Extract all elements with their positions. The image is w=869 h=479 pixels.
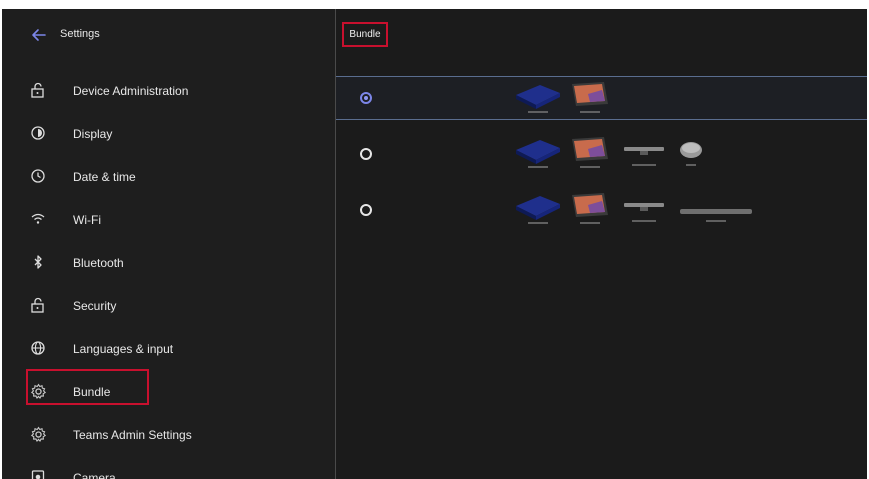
- sidebar-item-date-time[interactable]: Date & time: [2, 155, 335, 198]
- soundbar-icon: [680, 209, 752, 222]
- camera-bar-icon: [624, 147, 664, 166]
- bundle-option-3[interactable]: [336, 189, 867, 231]
- sidebar-item-device-administration[interactable]: Device Administration: [2, 69, 335, 112]
- globe-icon: [29, 339, 47, 357]
- sidebar-header: Settings: [2, 9, 335, 61]
- sidebar-item-bundle[interactable]: Bundle: [2, 369, 335, 413]
- bundle-option-1[interactable]: [336, 76, 867, 120]
- lock-icon: [29, 81, 47, 99]
- touch-console-icon: [572, 82, 608, 113]
- back-arrow-icon[interactable]: [30, 26, 48, 44]
- sidebar-item-wifi[interactable]: Wi-Fi: [2, 198, 335, 241]
- bundle-content: Bundle: [336, 9, 867, 479]
- touch-console-icon: [572, 193, 608, 224]
- camera-icon: [29, 468, 47, 479]
- settings-menu: Device Administration Display Date & tim…: [2, 69, 335, 479]
- compute-module-icon: [516, 196, 560, 224]
- brightness-icon: [29, 124, 47, 142]
- settings-screen: Settings Device Administration Display D…: [2, 9, 867, 479]
- clock-icon: [29, 167, 47, 185]
- sidebar-item-label: Bluetooth: [73, 255, 124, 270]
- sidebar-item-label: Display: [73, 126, 113, 141]
- speakerphone-icon: [680, 142, 702, 166]
- settings-sidebar: Settings Device Administration Display D…: [2, 9, 335, 479]
- radio-button[interactable]: [360, 204, 372, 216]
- wifi-icon: [29, 210, 47, 228]
- sidebar-item-label: Date & time: [73, 169, 136, 184]
- touch-console-icon: [572, 137, 608, 168]
- radio-button[interactable]: [360, 148, 372, 160]
- sidebar-item-label: Camera: [73, 470, 116, 479]
- sidebar-item-teams-admin-settings[interactable]: Teams Admin Settings: [2, 413, 335, 456]
- compute-module-icon: [516, 85, 560, 113]
- content-title: Bundle: [342, 22, 388, 47]
- sidebar-item-camera[interactable]: Camera: [2, 456, 335, 479]
- bundle-option-2[interactable]: [336, 133, 867, 175]
- camera-bar-icon: [624, 203, 664, 222]
- lock-icon: [29, 296, 47, 314]
- sidebar-item-label: Languages & input: [73, 341, 174, 356]
- bluetooth-icon: [29, 253, 47, 271]
- sidebar-item-label: Security: [73, 298, 117, 313]
- sidebar-item-label: Wi-Fi: [73, 212, 101, 227]
- page-title: Settings: [60, 28, 100, 40]
- sidebar-item-label: Teams Admin Settings: [73, 427, 192, 442]
- sidebar-item-bluetooth[interactable]: Bluetooth: [2, 241, 335, 284]
- sidebar-item-display[interactable]: Display: [2, 112, 335, 155]
- gear-icon: [29, 425, 47, 443]
- sidebar-item-label: Device Administration: [73, 83, 189, 98]
- sidebar-item-label: Bundle: [73, 384, 111, 399]
- radio-button-selected[interactable]: [360, 92, 372, 104]
- gear-icon: [29, 382, 47, 400]
- compute-module-icon: [516, 140, 560, 168]
- sidebar-item-languages-input[interactable]: Languages & input: [2, 327, 335, 370]
- sidebar-item-security[interactable]: Security: [2, 284, 335, 327]
